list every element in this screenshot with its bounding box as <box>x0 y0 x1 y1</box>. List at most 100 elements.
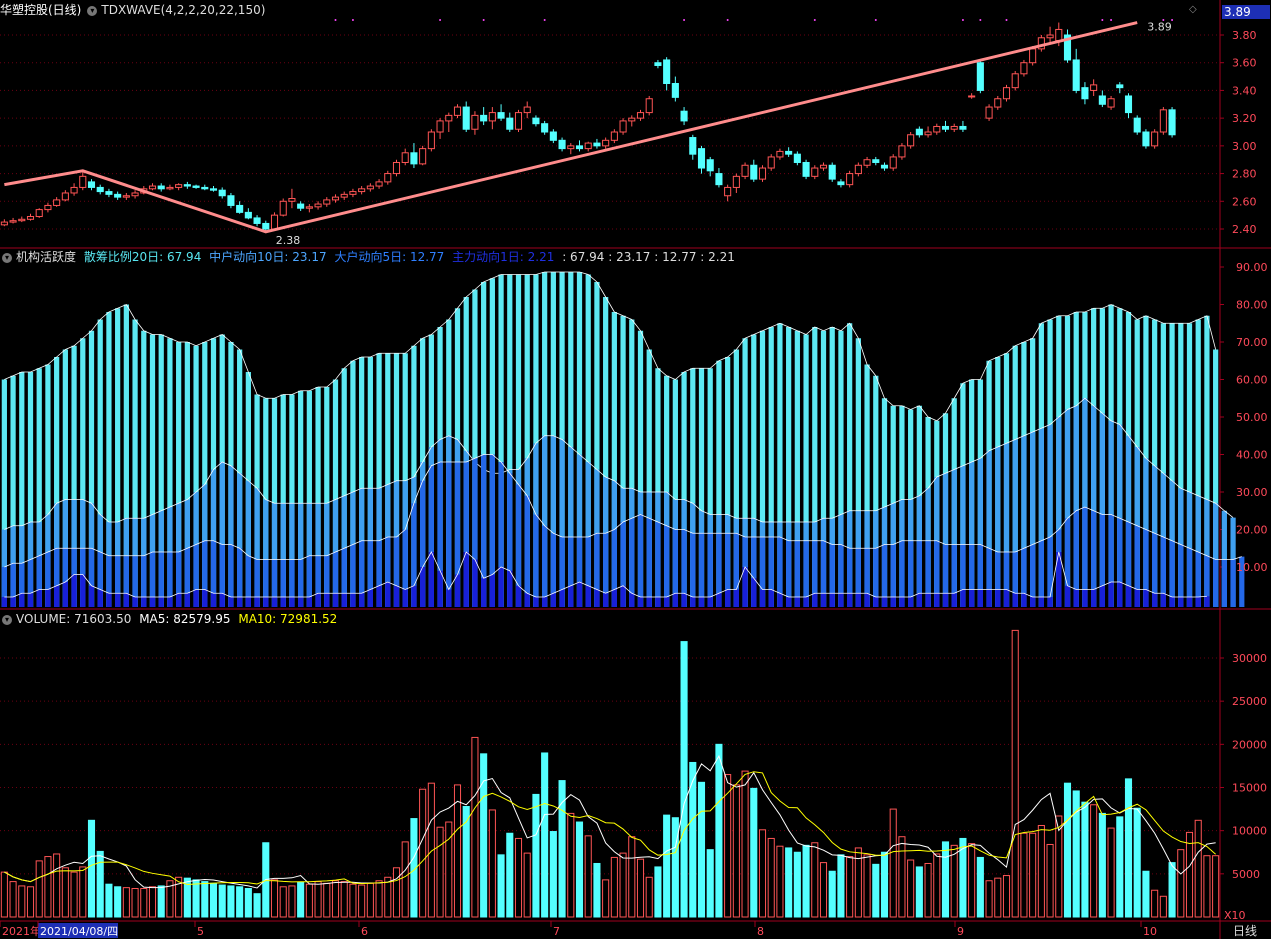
candle-body[interactable] <box>1159 109 1167 133</box>
candle-body[interactable] <box>9 220 17 223</box>
activity-bar[interactable] <box>559 589 565 608</box>
activity-bar[interactable] <box>942 593 949 607</box>
candle-body[interactable] <box>706 159 714 172</box>
candle-body[interactable] <box>270 214 279 230</box>
candle-body[interactable] <box>410 152 418 165</box>
activity-bar[interactable] <box>951 593 957 607</box>
candle-body[interactable] <box>297 203 305 209</box>
activity-bar[interactable] <box>986 589 992 608</box>
activity-bars[interactable] <box>1 271 1245 608</box>
activity-bar[interactable] <box>690 597 696 607</box>
stock-title[interactable]: 华塑控股(日线) <box>0 3 81 17</box>
volume-bar[interactable] <box>1203 855 1211 918</box>
volume-bar[interactable] <box>994 877 1002 918</box>
activity-bar[interactable] <box>1230 559 1236 608</box>
volume-bar[interactable] <box>541 752 549 918</box>
candle-body[interactable] <box>453 106 462 116</box>
activity-bar[interactable] <box>812 593 818 607</box>
candle-body[interactable] <box>776 150 784 158</box>
candle-body[interactable] <box>183 184 191 187</box>
volume-bar[interactable] <box>401 841 409 918</box>
volume-bar[interactable] <box>985 880 993 918</box>
volume-bar[interactable] <box>549 831 557 918</box>
volume-bar[interactable] <box>314 881 322 918</box>
candle-body[interactable] <box>628 117 636 122</box>
volume-bar[interactable] <box>645 876 653 918</box>
activity-bar[interactable] <box>820 593 827 607</box>
volume-bar[interactable] <box>680 641 688 918</box>
volume-bar[interactable] <box>1063 782 1072 918</box>
volume-bar[interactable] <box>358 884 366 918</box>
activity-bar[interactable] <box>167 597 173 607</box>
volume-bar[interactable] <box>288 885 296 918</box>
candle-body[interactable] <box>732 175 740 188</box>
activity-bar[interactable] <box>306 597 312 607</box>
candle-body[interactable] <box>358 188 366 193</box>
candle-body[interactable] <box>26 216 35 220</box>
candle-body[interactable] <box>18 218 26 222</box>
activity-bar[interactable] <box>1134 589 1140 608</box>
volume-bar[interactable] <box>270 879 279 918</box>
candle-body[interactable] <box>915 128 923 136</box>
volume-bar[interactable] <box>253 893 261 918</box>
candle-body[interactable] <box>567 145 575 150</box>
activity-bar[interactable] <box>1117 582 1123 607</box>
candle-body[interactable] <box>1020 62 1028 75</box>
candle-body[interactable] <box>541 123 549 133</box>
activity-bar[interactable] <box>376 585 382 607</box>
candle-body[interactable] <box>44 204 52 211</box>
activity-bar[interactable] <box>655 522 661 607</box>
activity-bar[interactable] <box>1186 597 1193 607</box>
candle-body[interactable] <box>750 164 758 180</box>
candle-body[interactable] <box>575 145 584 150</box>
activity-bar[interactable] <box>542 597 548 607</box>
candle-body[interactable] <box>0 221 8 226</box>
activity-bar[interactable] <box>672 593 678 607</box>
candle-body[interactable] <box>35 209 43 218</box>
activity-bar[interactable] <box>515 585 522 607</box>
candle-body[interactable] <box>87 181 96 188</box>
activity-bar[interactable] <box>402 589 408 608</box>
activity-bar[interactable] <box>890 597 896 607</box>
candle-body[interactable] <box>480 114 488 122</box>
collapse-icon[interactable]: ▾ <box>2 614 12 625</box>
activity-bar[interactable] <box>428 552 434 607</box>
candle-body[interactable] <box>994 98 1002 108</box>
activity-bar[interactable] <box>27 593 34 607</box>
activity-bar[interactable] <box>36 589 42 608</box>
activity-bar[interactable] <box>873 597 879 607</box>
volume-bar[interactable] <box>201 881 209 918</box>
activity-bar[interactable] <box>254 597 260 607</box>
candle-body[interactable] <box>61 192 69 201</box>
activity-bar[interactable] <box>585 585 591 607</box>
activity-bar[interactable] <box>733 589 739 608</box>
volume-bar[interactable] <box>419 788 427 918</box>
volume-bar[interactable] <box>227 885 235 918</box>
volume-bar[interactable] <box>506 832 514 918</box>
volume-bar[interactable] <box>950 844 958 918</box>
candle-body[interactable] <box>1072 59 1080 91</box>
volume-bar[interactable] <box>872 863 880 918</box>
volume-bar[interactable] <box>323 882 331 918</box>
volume-bar[interactable] <box>1002 875 1011 918</box>
activity-bar[interactable] <box>202 589 208 608</box>
activity-bar[interactable] <box>611 589 617 608</box>
volume-bar[interactable] <box>732 784 740 918</box>
candle-body[interactable] <box>636 112 645 119</box>
activity-bar[interactable] <box>533 597 539 607</box>
activity-bar[interactable] <box>115 593 121 607</box>
activity-bar[interactable] <box>437 570 443 607</box>
volume-bar[interactable] <box>1212 855 1220 918</box>
activity-bar[interactable] <box>925 593 931 607</box>
candle-body[interactable] <box>532 117 540 125</box>
volume-bar[interactable] <box>628 836 636 918</box>
activity-bar[interactable] <box>768 589 774 608</box>
activity-bar[interactable] <box>759 589 766 608</box>
candle-body[interactable] <box>305 206 313 209</box>
candle-body[interactable] <box>462 106 470 130</box>
volume-bar[interactable] <box>758 829 767 918</box>
volume-bar[interactable] <box>44 856 52 918</box>
volume-bar[interactable] <box>18 885 26 918</box>
activity-bar[interactable] <box>1204 596 1210 607</box>
candle-body[interactable] <box>497 112 505 119</box>
